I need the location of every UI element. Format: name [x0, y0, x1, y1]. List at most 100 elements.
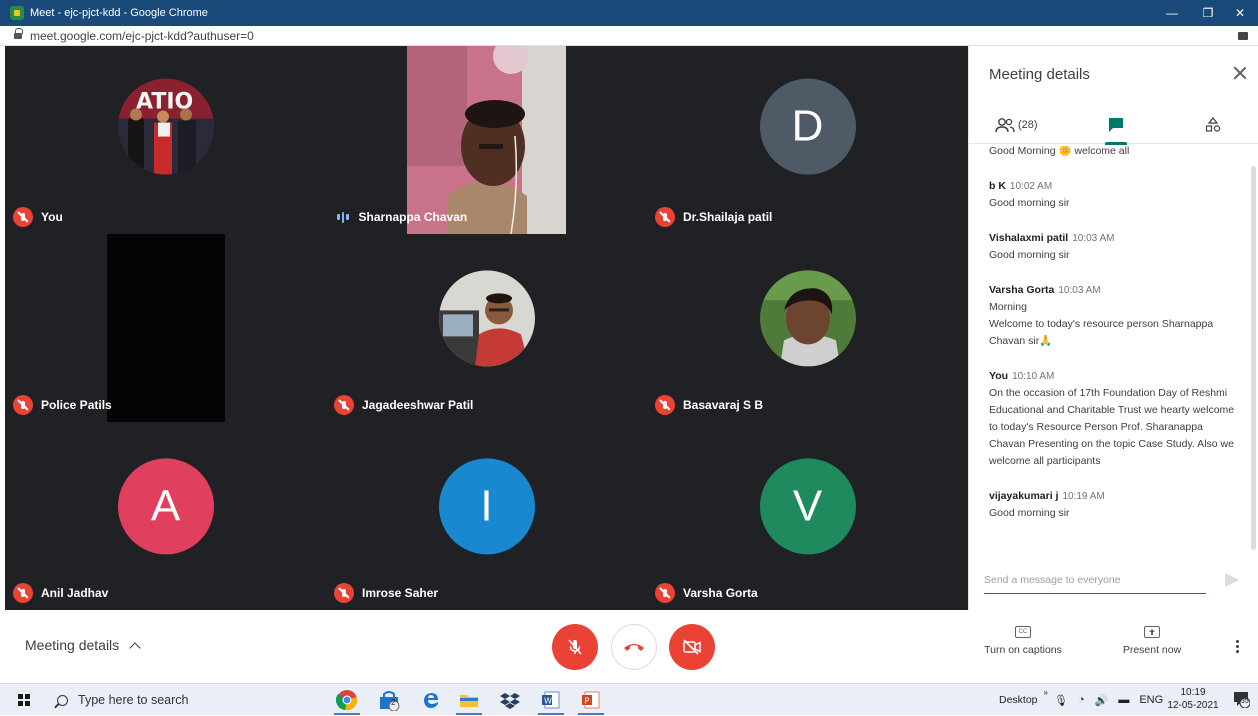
participant-name: Jagadeeshwar Patil — [362, 398, 474, 412]
participant-name: Dr.Shailaja patil — [683, 210, 773, 224]
message-text: Morning — [989, 301, 1027, 313]
avatar-initial: I — [438, 458, 535, 555]
participant-name-tag: Dr.Shailaja patil — [655, 206, 772, 228]
taskbar-clock[interactable]: 10:19 12-05-2021 — [1160, 686, 1226, 712]
chevron-right-icon: » — [1043, 687, 1048, 697]
address-bar[interactable]: meet.google.com/ejc-pjct-kdd?authuser=0 — [0, 26, 1258, 46]
edge-browser-icon[interactable] — [420, 689, 442, 711]
participant-name: Sharnappa Chavan — [358, 210, 468, 224]
chrome-icon[interactable] — [336, 689, 358, 711]
battery-icon[interactable]: ▬ — [1118, 694, 1129, 706]
participant-tile-anil-jadhav[interactable]: A Anil Jadhav — [5, 422, 326, 610]
meeting-details-panel: Meeting details (28) Good Morning 🌼 welc… — [968, 46, 1258, 610]
participant-tile-basavaraj-sb[interactable]: Basavaraj S B — [647, 234, 968, 422]
volume-icon[interactable]: 🔊 — [1095, 694, 1109, 707]
profile-photo — [438, 270, 535, 367]
restore-button[interactable]: ❐ — [1190, 0, 1226, 26]
close-window-button[interactable]: ✕ — [1222, 0, 1258, 26]
participant-tile-imrose-saher[interactable]: I Imrose Saher — [326, 422, 647, 610]
message-text: On the occasion of 17th Foundation Day o… — [989, 387, 1235, 467]
present-screen-icon — [1144, 626, 1160, 638]
captions-button[interactable]: CC Turn on captions — [980, 626, 1066, 656]
chat-icon — [1109, 118, 1123, 132]
participant-name: Police Patils — [41, 398, 112, 412]
leave-call-button[interactable] — [611, 624, 657, 670]
desktop-toolbar[interactable]: Desktop » — [999, 684, 1048, 716]
participant-name: You — [41, 210, 63, 224]
participant-name-tag: Anil Jadhav — [13, 582, 108, 604]
hang-up-icon — [624, 644, 644, 651]
meeting-details-label: Meeting details — [25, 637, 120, 653]
participant-name: Imrose Saher — [362, 586, 439, 600]
mic-off-icon — [568, 639, 582, 655]
avatar-initial: D — [759, 78, 856, 175]
minimize-button[interactable]: — — [1154, 0, 1190, 26]
participant-tile-jagadeeshwar-patil[interactable]: Jagadeeshwar Patil — [326, 234, 647, 422]
toggle-mic-button[interactable] — [552, 624, 598, 670]
participant-tile-you[interactable]: ATIO You — [5, 46, 326, 234]
taskbar-search-box[interactable]: Type here to search — [47, 686, 322, 714]
dropbox-icon[interactable] — [499, 689, 521, 711]
powerpoint-icon[interactable]: P — [580, 689, 602, 711]
participant-tile-sharnappa-chavan[interactable]: Sharnappa Chavan — [326, 46, 647, 234]
message-sender: Varsha Gorta — [989, 284, 1055, 296]
chat-scrollbar[interactable] — [1251, 166, 1256, 550]
message-time: 10:03 AM — [1072, 233, 1115, 244]
send-message-icon[interactable] — [1225, 573, 1239, 587]
browser-title-bar: Meet - ejc-pjct-kdd - Google Chrome — ❐ … — [0, 0, 1258, 26]
people-count: (28) — [1018, 119, 1038, 131]
cast-icon[interactable] — [1238, 32, 1248, 40]
tab-activities[interactable] — [1205, 106, 1221, 144]
tab-people[interactable]: (28) — [995, 106, 1038, 144]
more-options-icon[interactable] — [1236, 640, 1240, 655]
avatar-initial: A — [117, 458, 214, 555]
system-tray: 🎙 ◔ 🔊 ▬ ENG — [1054, 684, 1163, 716]
windows-taskbar: Type here to search 2 W P Desktop » 🎙 ◔ … — [0, 683, 1258, 715]
file-explorer-icon[interactable] — [458, 689, 480, 711]
microphone-icon[interactable]: 🎙 — [1054, 694, 1068, 707]
participant-tile-shailaja-patil[interactable]: D Dr.Shailaja patil — [647, 46, 968, 234]
url-text[interactable]: meet.google.com/ejc-pjct-kdd?authuser=0 — [30, 29, 254, 43]
windows-start-icon[interactable] — [18, 694, 30, 706]
mic-off-icon — [334, 395, 354, 415]
desktop-label: Desktop — [999, 694, 1038, 706]
participant-name-tag: Jagadeeshwar Patil — [334, 394, 473, 416]
svg-text:W: W — [544, 697, 552, 706]
word-document-icon[interactable]: W — [540, 689, 562, 711]
mic-off-icon — [13, 395, 33, 415]
message-time: 10:03 AM — [1058, 285, 1101, 296]
participant-tile-varsha-gorta[interactable]: V Varsha Gorta — [647, 422, 968, 610]
panel-tabs: (28) — [969, 106, 1258, 145]
message-text: Welcome to today's resource person Sharn… — [989, 318, 1214, 347]
chat-message-input[interactable] — [984, 573, 1206, 586]
close-panel-icon[interactable] — [1231, 64, 1249, 82]
network-icon[interactable]: ◔ — [1078, 694, 1085, 706]
chat-message: You 10:10 AM On the occasion of 17th Foun… — [989, 368, 1241, 470]
store-badge-count: 2 — [391, 698, 396, 707]
message-text: Good morning sir — [989, 249, 1070, 261]
participant-name-tag: Sharnappa Chavan — [334, 206, 467, 228]
participant-tile-police-patils[interactable]: Police Patils — [5, 234, 326, 422]
mic-off-icon — [655, 395, 675, 415]
meeting-controls-bar: Meeting details CC Turn on captions Pres… — [0, 610, 1258, 683]
store-icon[interactable] — [378, 689, 400, 711]
toggle-camera-button[interactable] — [669, 624, 715, 670]
clock-date: 12-05-2021 — [1167, 700, 1219, 711]
message-sender: You — [989, 370, 1009, 382]
clock-time: 10:19 — [1180, 687, 1206, 698]
message-sender: b K — [989, 180, 1006, 192]
notification-count: 35 — [1241, 698, 1249, 705]
notification-center-icon[interactable]: 35 — [1232, 690, 1251, 709]
participant-name: Basavaraj S B — [683, 398, 764, 412]
participant-name: Varsha Gorta — [683, 586, 758, 600]
people-icon — [995, 118, 1015, 133]
tab-chat[interactable] — [1105, 106, 1127, 145]
panel-title: Meeting details — [989, 66, 1090, 83]
present-now-button[interactable]: Present now — [1112, 626, 1192, 656]
chat-message: Vishalaxmi patil 10:03 AM Good morning si… — [989, 230, 1241, 264]
meeting-details-toggle[interactable]: Meeting details — [25, 637, 141, 654]
participant-name-tag: Basavaraj S B — [655, 394, 763, 416]
profile-photo — [759, 270, 856, 367]
chat-message: Varsha Gorta 10:03 AM Morning Welcome to … — [989, 282, 1241, 350]
chat-message-list: Good Morning 🌼 welcome all b K 10:02 AM G… — [989, 146, 1241, 541]
